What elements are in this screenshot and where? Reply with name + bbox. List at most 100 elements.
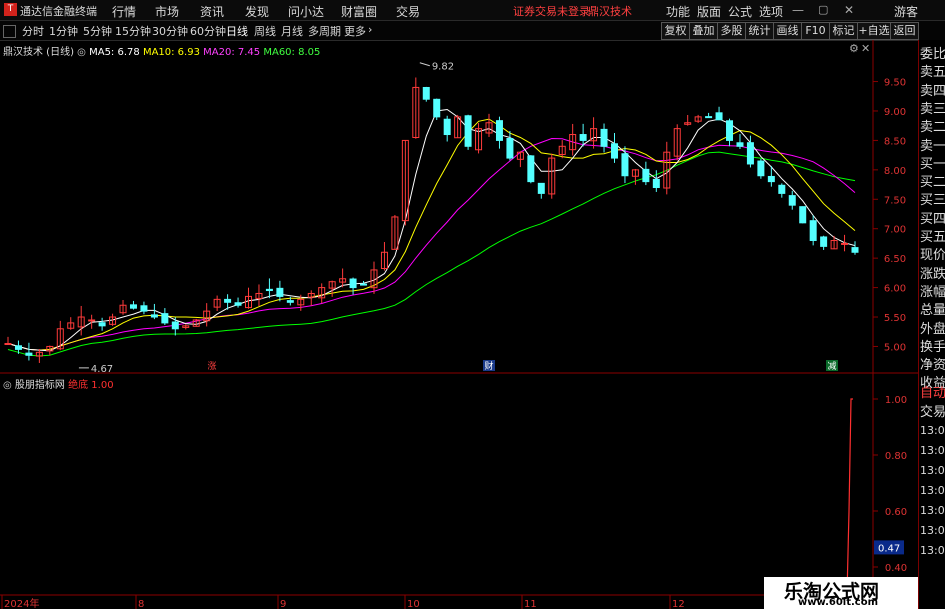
candle-body — [527, 155, 535, 183]
candle-body — [506, 137, 514, 159]
time-axis-label: 12 — [672, 599, 685, 609]
menu-item-discover[interactable]: 发现 — [245, 3, 269, 20]
tab-period-multi[interactable]: 多周期 — [308, 23, 341, 39]
tab-period-daily[interactable]: 日线 — [226, 23, 248, 39]
period-toolbar: 分时 1分钟 5分钟 15分钟 30分钟 60分钟 日线 周线 月线 多周期 更… — [0, 21, 945, 41]
candle-body — [349, 278, 357, 289]
menu-item-formula[interactable]: 公式 — [728, 3, 752, 20]
tab-period-intraday[interactable]: 分时 — [22, 23, 44, 39]
menu-item-trade[interactable]: 交易 — [396, 3, 420, 20]
side-time-1: 13:08 — [920, 444, 945, 457]
indicator-value: 1.00 — [91, 380, 114, 391]
minimize-icon[interactable]: — — [792, 3, 804, 17]
panel-toggle-icon[interactable] — [3, 25, 16, 38]
candle-body — [98, 322, 106, 327]
candle-body — [234, 302, 242, 306]
indicator-axis-label: 0.40 — [885, 563, 907, 574]
side-item-10: 买五 — [920, 230, 945, 245]
candle-body — [276, 287, 284, 297]
indicator-legend: ◎ 股朋指标网 绝底 1.00 — [3, 376, 114, 391]
tab-period-1min[interactable]: 1分钟 — [49, 23, 78, 39]
candle-body — [443, 118, 451, 136]
candle-body — [265, 288, 273, 292]
side-time-3: 13:08 — [920, 484, 945, 497]
menu-item-market[interactable]: 市场 — [155, 3, 179, 20]
candle-body — [809, 220, 817, 241]
time-axis-label: 10 — [407, 599, 420, 609]
ma10-label: MA10: 6.93 — [142, 47, 200, 58]
menu-item-wealth[interactable]: 财富圈 — [341, 3, 377, 20]
settings-circle-icon[interactable]: ◎ — [3, 380, 12, 391]
indicator-axis-label: 0.60 — [885, 507, 907, 518]
low-label: 4.67 — [91, 364, 113, 375]
event-tag-rise: 涨 — [207, 361, 216, 372]
candle-body — [600, 128, 608, 147]
restore-icon[interactable]: ▢ — [818, 3, 828, 16]
menu-item-layout[interactable]: 版面 — [697, 3, 721, 20]
overlay-button[interactable]: 叠加 — [689, 22, 718, 40]
side-time-5: 13:09 — [920, 524, 945, 537]
draw-line-button[interactable]: 画线 — [773, 22, 802, 40]
event-tag-reduce: 减 — [827, 360, 836, 372]
adjust-button[interactable]: 复权 — [661, 22, 690, 40]
side-trade-0[interactable]: 自动 — [920, 384, 945, 403]
candle-body — [286, 300, 294, 303]
multi-stock-button[interactable]: 多股 — [717, 22, 746, 40]
indicator-axis-label: 0.80 — [885, 451, 907, 462]
event-tag-finance: 财 — [484, 360, 493, 372]
statistics-button[interactable]: 统计 — [745, 22, 774, 40]
tab-period-15min[interactable]: 15分钟 — [115, 23, 151, 39]
candle-body — [495, 120, 503, 141]
close-panel-icon[interactable]: ✕ — [861, 42, 870, 55]
tab-period-5min[interactable]: 5分钟 — [83, 23, 112, 39]
side-item-15: 外盘 — [920, 321, 945, 337]
candle-body — [25, 352, 33, 356]
tab-period-weekly[interactable]: 周线 — [254, 23, 276, 39]
menu-item-options[interactable]: 选项 — [759, 3, 783, 20]
tab-period-monthly[interactable]: 月线 — [281, 23, 303, 39]
menu-bar: T 通达信金融终端 行情 市场 资讯 发现 问小达 财富圈 交易 证券交易未登录… — [0, 0, 945, 21]
candle-body — [537, 182, 545, 194]
login-notice[interactable]: 证券交易未登录 — [513, 3, 590, 19]
side-item-1: 卖五 — [920, 65, 945, 81]
menu-item-market-quotes[interactable]: 行情 — [112, 3, 136, 20]
menu-item-news[interactable]: 资讯 — [200, 3, 224, 20]
price-axis-label: 7.50 — [884, 195, 906, 206]
close-icon[interactable]: ✕ — [844, 3, 854, 17]
candle-body — [464, 115, 472, 147]
price-axis-label: 8.50 — [884, 136, 906, 147]
time-axis-label: 9 — [280, 599, 286, 609]
tab-period-more[interactable]: 更多 — [344, 23, 366, 39]
candle-body — [129, 304, 137, 309]
menu-item-function[interactable]: 功能 — [666, 3, 690, 20]
settings-circle-icon[interactable]: ◎ — [77, 47, 86, 58]
app-logo-icon: T — [4, 3, 17, 16]
candle-body — [778, 184, 786, 194]
f10-button[interactable]: F10 — [801, 22, 830, 40]
indicator-label: 绝底 — [68, 380, 89, 391]
price-axis-label: 9.00 — [884, 107, 906, 118]
tab-period-30min[interactable]: 30分钟 — [152, 23, 188, 39]
time-axis-label: 2024年 — [4, 597, 39, 609]
settings-icon[interactable]: ⚙ — [849, 42, 859, 55]
mark-button[interactable]: 标记 — [829, 22, 858, 40]
chevron-right-icon[interactable]: › — [368, 23, 372, 36]
guest-label[interactable]: 游客 — [894, 3, 918, 20]
high-label: 9.82 — [432, 62, 454, 73]
add-watchlist-button[interactable]: +自选 — [857, 22, 891, 40]
side-item-9: 买四 — [920, 211, 945, 227]
candle-body — [851, 247, 859, 253]
back-button[interactable]: 返回 — [890, 22, 919, 40]
candle-body — [161, 313, 169, 324]
kline-chart[interactable]: 1.00 0.80 0.60 0.40 0.47 9.50 9.00 8.50 8.00 7.5… — [0, 40, 918, 609]
chart-legend: 鼎汉技术 (日线) ◎ MA5: 6.78 MA10: 6.93 MA20: 7… — [3, 43, 320, 58]
candle-body — [433, 98, 441, 118]
candle-body — [820, 236, 828, 247]
quote-side-panel: 委比 卖五 卖四 卖三 卖二 卖一 买一 买二 买三 买四 买五 现价 涨跌 涨幅 总量 外盘 换手 净资 收益 自动… — [918, 40, 945, 609]
side-item-3: 卖三 — [920, 101, 945, 117]
side-time-2: 13:08 — [920, 464, 945, 477]
menu-item-ask[interactable]: 问小达 — [288, 3, 324, 20]
candle-body — [140, 305, 148, 312]
tab-period-60min[interactable]: 60分钟 — [190, 23, 226, 39]
side-trade-1[interactable]: 交易 — [920, 403, 945, 422]
